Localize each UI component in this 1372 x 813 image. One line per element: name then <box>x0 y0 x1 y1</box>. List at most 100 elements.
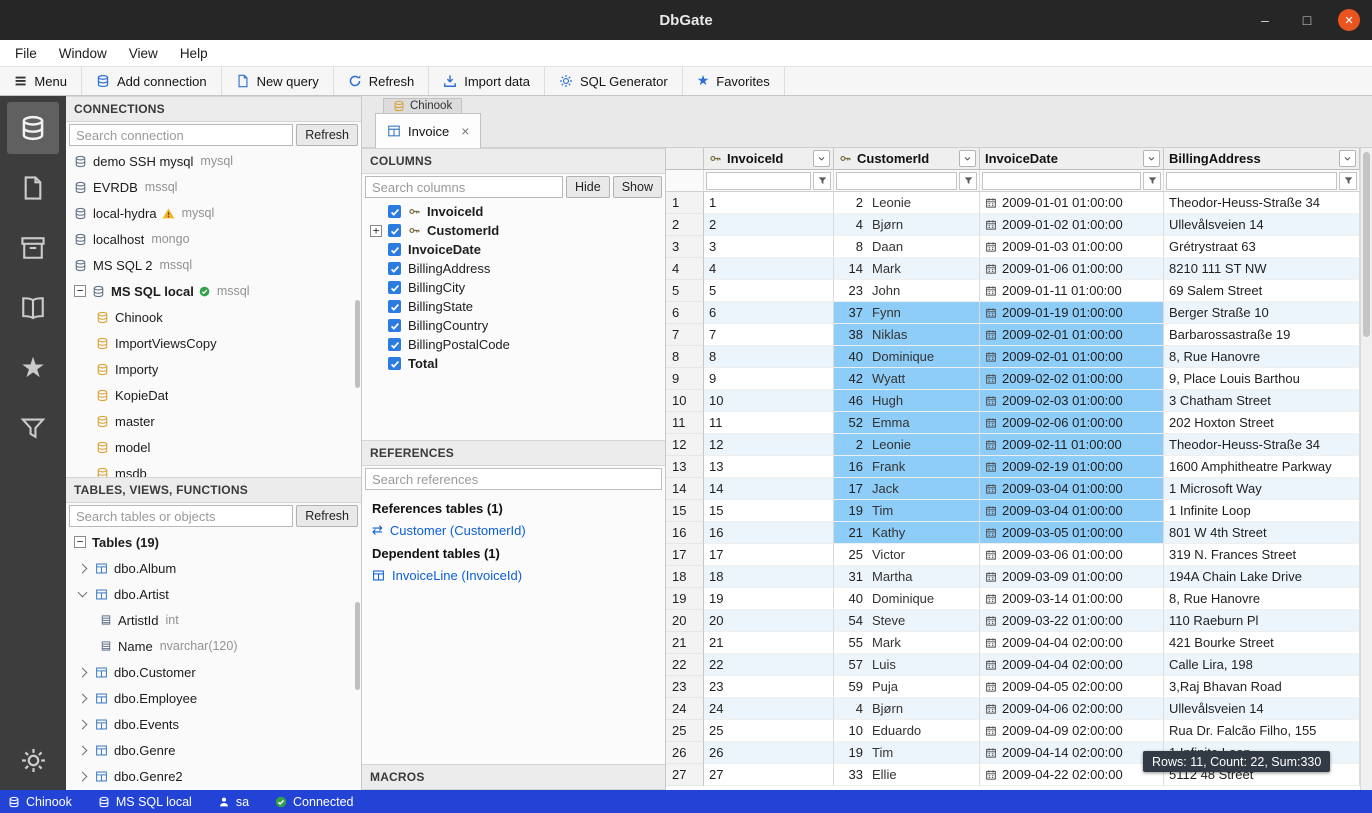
cell-invoiceid[interactable]: 27 <box>704 764 834 786</box>
cell-invoicedate[interactable]: 2009-03-06 01:00:00 <box>980 544 1164 566</box>
cell-invoicedate[interactable]: 2009-01-01 01:00:00 <box>980 192 1164 214</box>
status-connection[interactable]: MS SQL local <box>98 795 192 809</box>
chevron-right-icon[interactable] <box>78 719 88 729</box>
cell-invoicedate[interactable]: 2009-04-09 02:00:00 <box>980 720 1164 742</box>
cell-billingaddress[interactable]: 3 Chatham Street <box>1164 390 1360 412</box>
menu-help[interactable]: Help <box>169 46 219 61</box>
menu-window[interactable]: Window <box>48 46 118 61</box>
cell-customerid[interactable]: 8Daan <box>834 236 980 258</box>
cell-invoiceid[interactable]: 23 <box>704 676 834 698</box>
status-database[interactable]: Chinook <box>8 795 72 809</box>
column-checkbox[interactable] <box>388 205 401 218</box>
status-user[interactable]: sa <box>218 795 249 809</box>
connections-search-input[interactable] <box>69 124 293 146</box>
row-number[interactable]: 21 <box>666 632 704 654</box>
cell-invoiceid[interactable]: 19 <box>704 588 834 610</box>
reference-link-invoiceline[interactable]: InvoiceLine (InvoiceId) <box>372 565 655 586</box>
grid-column-header-customerid[interactable]: CustomerId <box>834 148 980 170</box>
cell-invoicedate[interactable]: 2009-03-05 01:00:00 <box>980 522 1164 544</box>
column-menu-button[interactable] <box>959 150 976 167</box>
database-item-model[interactable]: model <box>66 434 361 460</box>
hide-column-button[interactable]: Hide <box>566 176 610 198</box>
row-number[interactable]: 16 <box>666 522 704 544</box>
menu-view[interactable]: View <box>118 46 169 61</box>
chevron-right-icon[interactable] <box>78 771 88 781</box>
cell-invoiceid[interactable]: 9 <box>704 368 834 390</box>
row-number[interactable]: 25 <box>666 720 704 742</box>
row-number[interactable]: 19 <box>666 588 704 610</box>
row-number[interactable]: 2 <box>666 214 704 236</box>
cell-customerid[interactable]: 42Wyatt <box>834 368 980 390</box>
cell-invoiceid[interactable]: 15 <box>704 500 834 522</box>
cell-billingaddress[interactable]: 1600 Amphitheatre Parkway <box>1164 456 1360 478</box>
filter-menu-button[interactable] <box>959 172 977 190</box>
chevron-right-icon[interactable] <box>78 563 88 573</box>
cell-invoiceid[interactable]: 5 <box>704 280 834 302</box>
cell-billingaddress[interactable]: 9, Place Louis Barthou <box>1164 368 1360 390</box>
columns-search-input[interactable] <box>365 176 563 198</box>
cell-invoiceid[interactable]: 13 <box>704 456 834 478</box>
cell-invoiceid[interactable]: 3 <box>704 236 834 258</box>
cell-billingaddress[interactable]: 8210 111 ST NW <box>1164 258 1360 280</box>
row-number[interactable]: 9 <box>666 368 704 390</box>
cell-customerid[interactable]: 33Ellie <box>834 764 980 786</box>
cell-billingaddress[interactable]: Berger Straße 10 <box>1164 302 1360 324</box>
cell-billingaddress[interactable]: Theodor-Heuss-Straße 34 <box>1164 434 1360 456</box>
row-number[interactable]: 12 <box>666 434 704 456</box>
grid-column-header-invoicedate[interactable]: InvoiceDate <box>980 148 1164 170</box>
column-item-billingpostalcode[interactable]: BillingPostalCode <box>362 335 665 354</box>
tree-item-dbo-genre2[interactable]: dbo.Genre2 <box>66 763 361 789</box>
connection-item-evrdb[interactable]: EVRDBmssql <box>66 174 361 200</box>
connections-panel-header[interactable]: CONNECTIONS <box>66 96 361 122</box>
cell-invoicedate[interactable]: 2009-04-04 02:00:00 <box>980 654 1164 676</box>
column-item-invoiceid[interactable]: InvoiceId <box>362 202 665 221</box>
database-group-tab[interactable]: Chinook <box>383 98 462 114</box>
column-item-billingcountry[interactable]: BillingCountry <box>362 316 665 335</box>
cell-invoicedate[interactable]: 2009-02-11 01:00:00 <box>980 434 1164 456</box>
database-item-chinook[interactable]: Chinook <box>66 304 361 330</box>
connection-item-ms-sql-local[interactable]: −MS SQL localmssql <box>66 278 361 304</box>
row-number[interactable]: 23 <box>666 676 704 698</box>
filter-input-invoiceid[interactable] <box>706 172 811 190</box>
cell-customerid[interactable]: 2Leonie <box>834 192 980 214</box>
row-number[interactable]: 3 <box>666 236 704 258</box>
column-menu-button[interactable] <box>1143 150 1160 167</box>
cell-invoiceid[interactable]: 16 <box>704 522 834 544</box>
cell-billingaddress[interactable]: Calle Lira, 198 <box>1164 654 1360 676</box>
column-item-billingstate[interactable]: BillingState <box>362 297 665 316</box>
cell-customerid[interactable]: 17Jack <box>834 478 980 500</box>
maximize-button[interactable]: □ <box>1296 9 1318 31</box>
chevron-right-icon[interactable] <box>78 667 88 677</box>
column-item-invoicedate[interactable]: InvoiceDate <box>362 240 665 259</box>
cell-customerid[interactable]: 54Steve <box>834 610 980 632</box>
cell-billingaddress[interactable]: Ullevålsveien 14 <box>1164 214 1360 236</box>
rail-history-icon[interactable] <box>7 282 59 334</box>
cell-invoiceid[interactable]: 12 <box>704 434 834 456</box>
cell-customerid[interactable]: 25Victor <box>834 544 980 566</box>
row-number[interactable]: 20 <box>666 610 704 632</box>
connection-item-local-hydra[interactable]: local-hydramysql <box>66 200 361 226</box>
connection-item-demo-ssh-mysql[interactable]: demo SSH mysqlmysql <box>66 148 361 174</box>
row-number[interactable]: 27 <box>666 764 704 786</box>
cell-customerid[interactable]: 16Frank <box>834 456 980 478</box>
cell-billingaddress[interactable]: 319 N. Frances Street <box>1164 544 1360 566</box>
import-data-button[interactable]: Import data <box>429 67 545 95</box>
row-number[interactable]: 13 <box>666 456 704 478</box>
column-checkbox[interactable] <box>388 281 401 294</box>
favorites-button[interactable]: ★ Favorites <box>683 67 785 95</box>
new-query-button[interactable]: New query <box>222 67 334 95</box>
reference-link-customer[interactable]: ⇄ Customer (CustomerId) <box>372 520 655 541</box>
filter-menu-button[interactable] <box>1339 172 1357 190</box>
sql-generator-button[interactable]: SQL Generator <box>545 67 683 95</box>
cell-billingaddress[interactable]: 3,Raj Bhavan Road <box>1164 676 1360 698</box>
cell-invoiceid[interactable]: 24 <box>704 698 834 720</box>
cell-customerid[interactable]: 4Bjørn <box>834 698 980 720</box>
filter-menu-button[interactable] <box>813 172 831 190</box>
tree-item-dbo-genre[interactable]: dbo.Genre <box>66 737 361 763</box>
cell-invoicedate[interactable]: 2009-02-03 01:00:00 <box>980 390 1164 412</box>
cell-customerid[interactable]: 37Fynn <box>834 302 980 324</box>
connections-refresh-button[interactable]: Refresh <box>296 124 358 146</box>
cell-billingaddress[interactable]: 801 W 4th Street <box>1164 522 1360 544</box>
connection-item-ms-sql-2[interactable]: MS SQL 2mssql <box>66 252 361 278</box>
connection-item-localhost[interactable]: localhostmongo <box>66 226 361 252</box>
